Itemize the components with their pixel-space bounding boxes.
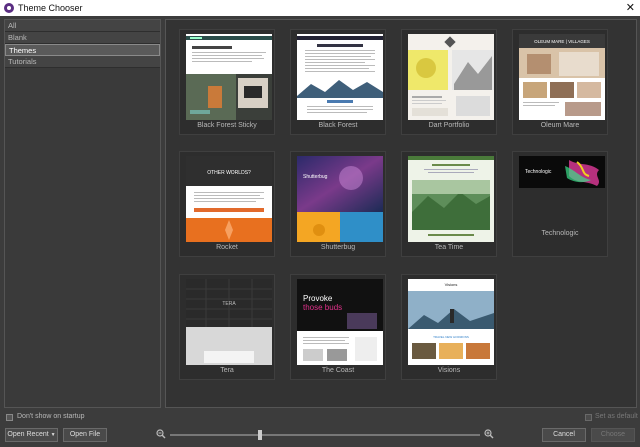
theme-card-oleum-mare[interactable]: OLEUM MARE | VILLAGES Oleum Mare — [512, 29, 608, 135]
cancel-button[interactable]: Cancel — [542, 428, 586, 442]
theme-thumbnail: TERA — [186, 279, 272, 365]
theme-thumbnail: Technologic — [519, 156, 605, 188]
the-coast-header-line-2: those buds — [303, 303, 342, 312]
rocket-header-text: OTHER WORLDS? — [207, 170, 251, 176]
theme-thumbnail: Shutterbug — [297, 156, 383, 242]
theme-thumbnail — [408, 34, 494, 120]
close-icon[interactable]: ✕ — [626, 0, 635, 16]
theme-name: Oleum Mare — [540, 122, 580, 129]
tera-header-text: TERA — [222, 301, 236, 307]
zoom-slider-track[interactable] — [170, 434, 480, 436]
shutterbug-header-text: Shutterbug — [303, 174, 328, 180]
theme-thumbnail: OLEUM MARE | VILLAGES — [519, 34, 605, 120]
theme-thumbnail — [297, 34, 383, 120]
theme-name: Tera — [220, 367, 234, 374]
category-list: All Blank Themes Tutorials — [4, 19, 161, 408]
theme-name: The Coast — [321, 367, 355, 374]
choose-button[interactable]: Choose — [591, 428, 635, 442]
theme-name: Dart Portfolio — [428, 122, 470, 129]
theme-card-tea-time[interactable]: Tea Time — [401, 151, 497, 257]
theme-card-visions[interactable]: Visions TRAVEL NEW HORIZONS Visions — [401, 274, 497, 380]
sidebar-item-blank[interactable]: Blank — [5, 32, 160, 44]
theme-name: Rocket — [216, 244, 238, 251]
open-recent-button[interactable]: Open Recent ▼ — [5, 428, 58, 442]
theme-thumbnail: OTHER WORLDS? — [186, 156, 272, 242]
sidebar-item-all[interactable]: All — [5, 20, 160, 32]
theme-name: Technologic — [541, 230, 579, 237]
theme-card-technologic[interactable]: Technologic Technologic — [512, 151, 608, 257]
theme-thumbnail — [186, 34, 272, 120]
visions-header-text: Visions — [445, 282, 458, 287]
theme-card-shutterbug[interactable]: Shutterbug Shutterbug — [290, 151, 386, 257]
theme-card-black-forest-sticky[interactable]: Black Forest Sticky — [179, 29, 275, 135]
open-file-button[interactable]: Open File — [63, 428, 107, 442]
visions-subtitle-text: TRAVEL NEW HORIZONS — [433, 335, 469, 339]
theme-card-dart-portfolio[interactable]: Dart Portfolio — [401, 29, 497, 135]
theme-name: Tea Time — [434, 244, 464, 251]
zoom-out-icon[interactable] — [156, 429, 166, 439]
footer-bar: Don't show on startup Set as default Ope… — [0, 409, 640, 447]
open-recent-label: Open Recent — [7, 431, 49, 438]
theme-card-tera[interactable]: TERA Tera — [179, 274, 275, 380]
dont-show-checkbox[interactable] — [6, 414, 13, 421]
technologic-header-text: Technologic — [525, 169, 552, 175]
dont-show-label: Don't show on startup — [17, 413, 85, 420]
sidebar-item-themes[interactable]: Themes — [5, 44, 160, 56]
theme-thumbnail — [408, 156, 494, 242]
theme-card-rocket[interactable]: OTHER WORLDS? Rocket — [179, 151, 275, 257]
theme-name: Shutterbug — [320, 244, 356, 251]
zoom-slider-handle[interactable] — [257, 430, 262, 440]
set-default-label: Set as default — [595, 413, 638, 420]
sidebar-item-tutorials[interactable]: Tutorials — [5, 56, 160, 68]
oleum-mare-header-text: OLEUM MARE | VILLAGES — [534, 39, 590, 44]
set-default-checkbox[interactable] — [585, 414, 592, 421]
theme-card-black-forest[interactable]: Black Forest — [290, 29, 386, 135]
theme-thumbnail: Visions TRAVEL NEW HORIZONS — [408, 279, 494, 365]
theme-gallery: Black Forest Sticky Black Forest Dart Po… — [165, 19, 637, 408]
title-bar: Theme Chooser ✕ — [0, 0, 640, 16]
app-logo-icon — [4, 3, 14, 13]
theme-name: Black Forest Sticky — [197, 122, 257, 129]
theme-name: Visions — [437, 367, 461, 374]
theme-card-the-coast[interactable]: Provoke those buds The Coast — [290, 274, 386, 380]
theme-thumbnail: Provoke those buds — [297, 279, 383, 365]
window-title: Theme Chooser — [18, 3, 83, 13]
chevron-down-icon: ▼ — [50, 432, 56, 438]
zoom-in-icon[interactable] — [484, 429, 494, 439]
the-coast-header-line-1: Provoke — [303, 294, 333, 303]
theme-name: Black Forest — [318, 122, 358, 129]
